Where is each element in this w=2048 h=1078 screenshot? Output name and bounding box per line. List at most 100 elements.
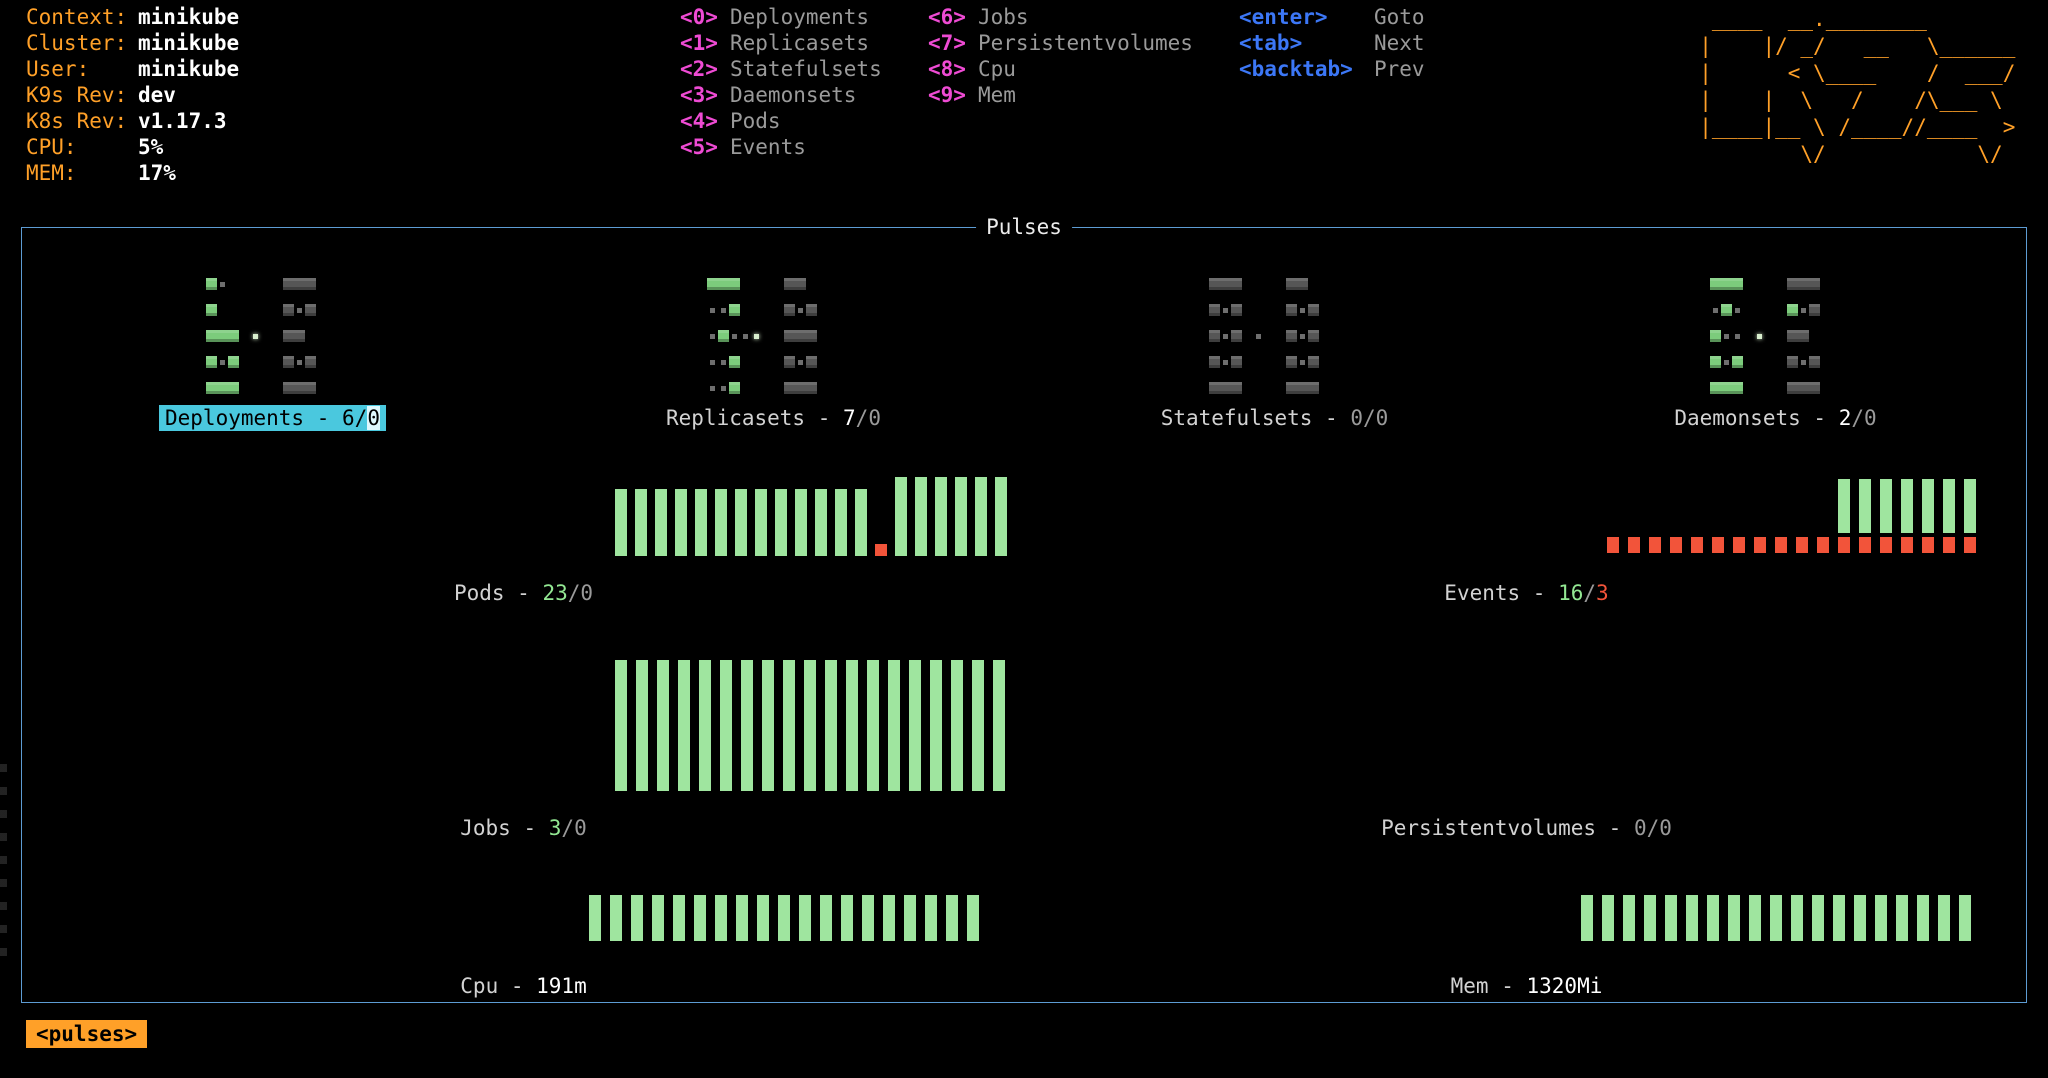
pulse-bar xyxy=(915,477,927,556)
fault-dot xyxy=(1733,537,1745,553)
pixel-cell xyxy=(250,297,261,323)
pulse-tile-label: Daemonsets - 2/0 xyxy=(1674,405,1876,431)
events-sparkline-chart[interactable] xyxy=(1607,477,1976,553)
menu-item-events[interactable]: <5> Events xyxy=(680,134,882,160)
menu-item-next[interactable]: <tab> Next xyxy=(1239,30,1425,56)
pixel-cell xyxy=(1754,349,1765,375)
pixel-cell xyxy=(762,297,773,323)
pixel-cell xyxy=(250,375,261,401)
pixel-cell xyxy=(1242,297,1253,323)
events-column xyxy=(1964,477,1976,553)
pixel-cell xyxy=(316,323,327,349)
events-column xyxy=(1670,477,1682,553)
pixel-cell xyxy=(1754,297,1765,323)
pulse-bar xyxy=(699,660,711,791)
pixel-cell xyxy=(1765,297,1776,323)
pulse-bar xyxy=(615,660,627,791)
pixel-cell xyxy=(327,375,338,401)
pulse-bar xyxy=(955,477,967,556)
mem-value: 17% xyxy=(138,161,176,185)
fault-dot xyxy=(1670,537,1682,553)
label-segment: / xyxy=(855,406,869,430)
fault-dot xyxy=(1754,537,1766,553)
cpu-label: CPU: xyxy=(26,135,77,159)
pulse-tile-deployments[interactable]: Deployments - 6/0 xyxy=(159,271,386,431)
menu-item-goto[interactable]: <enter> Goto xyxy=(1239,4,1425,30)
fault-dot xyxy=(1943,537,1955,553)
hotkey-tab: <tab> xyxy=(1239,31,1303,55)
pixel-cell xyxy=(1264,323,1275,349)
menu-item-label: Cpu xyxy=(978,57,1016,81)
cluster-info-row: MEM: 17% xyxy=(26,160,239,186)
pixel-cell xyxy=(1820,297,1831,323)
hotkey-3: <3> xyxy=(680,83,718,107)
pixel-cell xyxy=(1765,323,1776,349)
pulse-tile-replicasets[interactable]: Replicasets - 7/0 xyxy=(666,271,881,431)
menu-item-persistentvolumes[interactable]: <7> Persistentvolumes xyxy=(928,30,1193,56)
jobs-sparkline-chart[interactable] xyxy=(615,660,1005,791)
pixel-cell xyxy=(1253,323,1264,349)
pods-sparkline-chart[interactable] xyxy=(615,477,1007,556)
pulses-panel: Pulses Deployments - 6/0 Replicasets - 7/… xyxy=(21,214,2027,1003)
pulse-tile-label: Statefulsets - 0/0 xyxy=(1161,405,1389,431)
events-column xyxy=(1922,477,1934,553)
pixel-cell xyxy=(1776,297,1787,323)
pixel-cell xyxy=(1765,271,1776,297)
pixel-cell xyxy=(1253,297,1264,323)
pulse-tile-daemonsets[interactable]: Daemonsets - 2/0 xyxy=(1674,271,1877,431)
pulse-bar xyxy=(1602,895,1614,941)
pixel-cell xyxy=(294,375,306,401)
pulse-tile-sparkline xyxy=(1208,271,1341,401)
pixel-cell xyxy=(1754,323,1765,349)
pulse-bar xyxy=(993,660,1005,791)
label-segment: / xyxy=(561,816,575,840)
menu-item-label: Goto xyxy=(1374,5,1425,29)
pulse-bar xyxy=(615,488,627,556)
pulse-tile-statefulsets[interactable]: Statefulsets - 0/0 xyxy=(1161,271,1389,431)
pulse-bar xyxy=(1770,895,1782,941)
cpu-label: Cpu - 191m xyxy=(22,973,1025,999)
pixel-cell xyxy=(327,349,338,375)
pulse-bar xyxy=(883,895,895,941)
pulse-bar xyxy=(951,660,963,791)
pixel-cell xyxy=(1721,323,1732,349)
menu-item-replicasets[interactable]: <1> Replicasets xyxy=(680,30,882,56)
pixel-cell xyxy=(283,297,295,323)
pixel-cell xyxy=(1242,349,1253,375)
cpu-sparkline-chart[interactable] xyxy=(589,895,979,941)
pixel-cell xyxy=(1731,375,1743,401)
pixel-cell xyxy=(784,323,796,349)
menu-item-daemonsets[interactable]: <3> Daemonsets xyxy=(680,82,882,108)
menu-item-jobs[interactable]: <6> Jobs xyxy=(928,4,1193,30)
menu-item-pods[interactable]: <4> Pods xyxy=(680,108,882,134)
menu-item-deployments[interactable]: <0> Deployments xyxy=(680,4,882,30)
pulse-bar xyxy=(778,895,790,941)
pulse-bar xyxy=(636,660,648,791)
pixel-cell xyxy=(1776,375,1787,401)
pixel-cell xyxy=(806,375,818,401)
pixel-cell xyxy=(707,375,718,401)
pixel-cell xyxy=(1208,271,1220,297)
cluster-info-row: K8s Rev: v1.17.3 xyxy=(26,108,239,134)
pulses-breadcrumb[interactable]: <pulses> xyxy=(26,1020,148,1048)
label-segment: 0 xyxy=(1864,406,1877,430)
user-label: User: xyxy=(26,57,90,81)
pixel-cell xyxy=(1808,349,1820,375)
pixel-cell xyxy=(1808,375,1820,401)
pixel-cell xyxy=(729,323,740,349)
pulse-bar xyxy=(655,488,667,556)
hotkey-0: <0> xyxy=(680,5,718,29)
menu-item-prev[interactable]: <backtab> Prev xyxy=(1239,56,1425,82)
label-segment: 16 xyxy=(1558,581,1584,605)
hotkey-9: <9> xyxy=(928,83,966,107)
menu-item-cpu[interactable]: <8> Cpu xyxy=(928,56,1193,82)
menu-item-statefulsets[interactable]: <2> Statefulsets xyxy=(680,56,882,82)
pixel-cell xyxy=(1330,323,1341,349)
mem-sparkline-chart[interactable] xyxy=(1581,895,1971,941)
menu-item-mem[interactable]: <9> Mem xyxy=(928,82,1193,108)
pixel-cell xyxy=(718,323,730,349)
fault-dot xyxy=(1796,537,1808,553)
fault-dot xyxy=(1817,537,1829,553)
menu-item-label: Statefulsets xyxy=(730,57,882,81)
pulse-bar xyxy=(795,488,807,556)
